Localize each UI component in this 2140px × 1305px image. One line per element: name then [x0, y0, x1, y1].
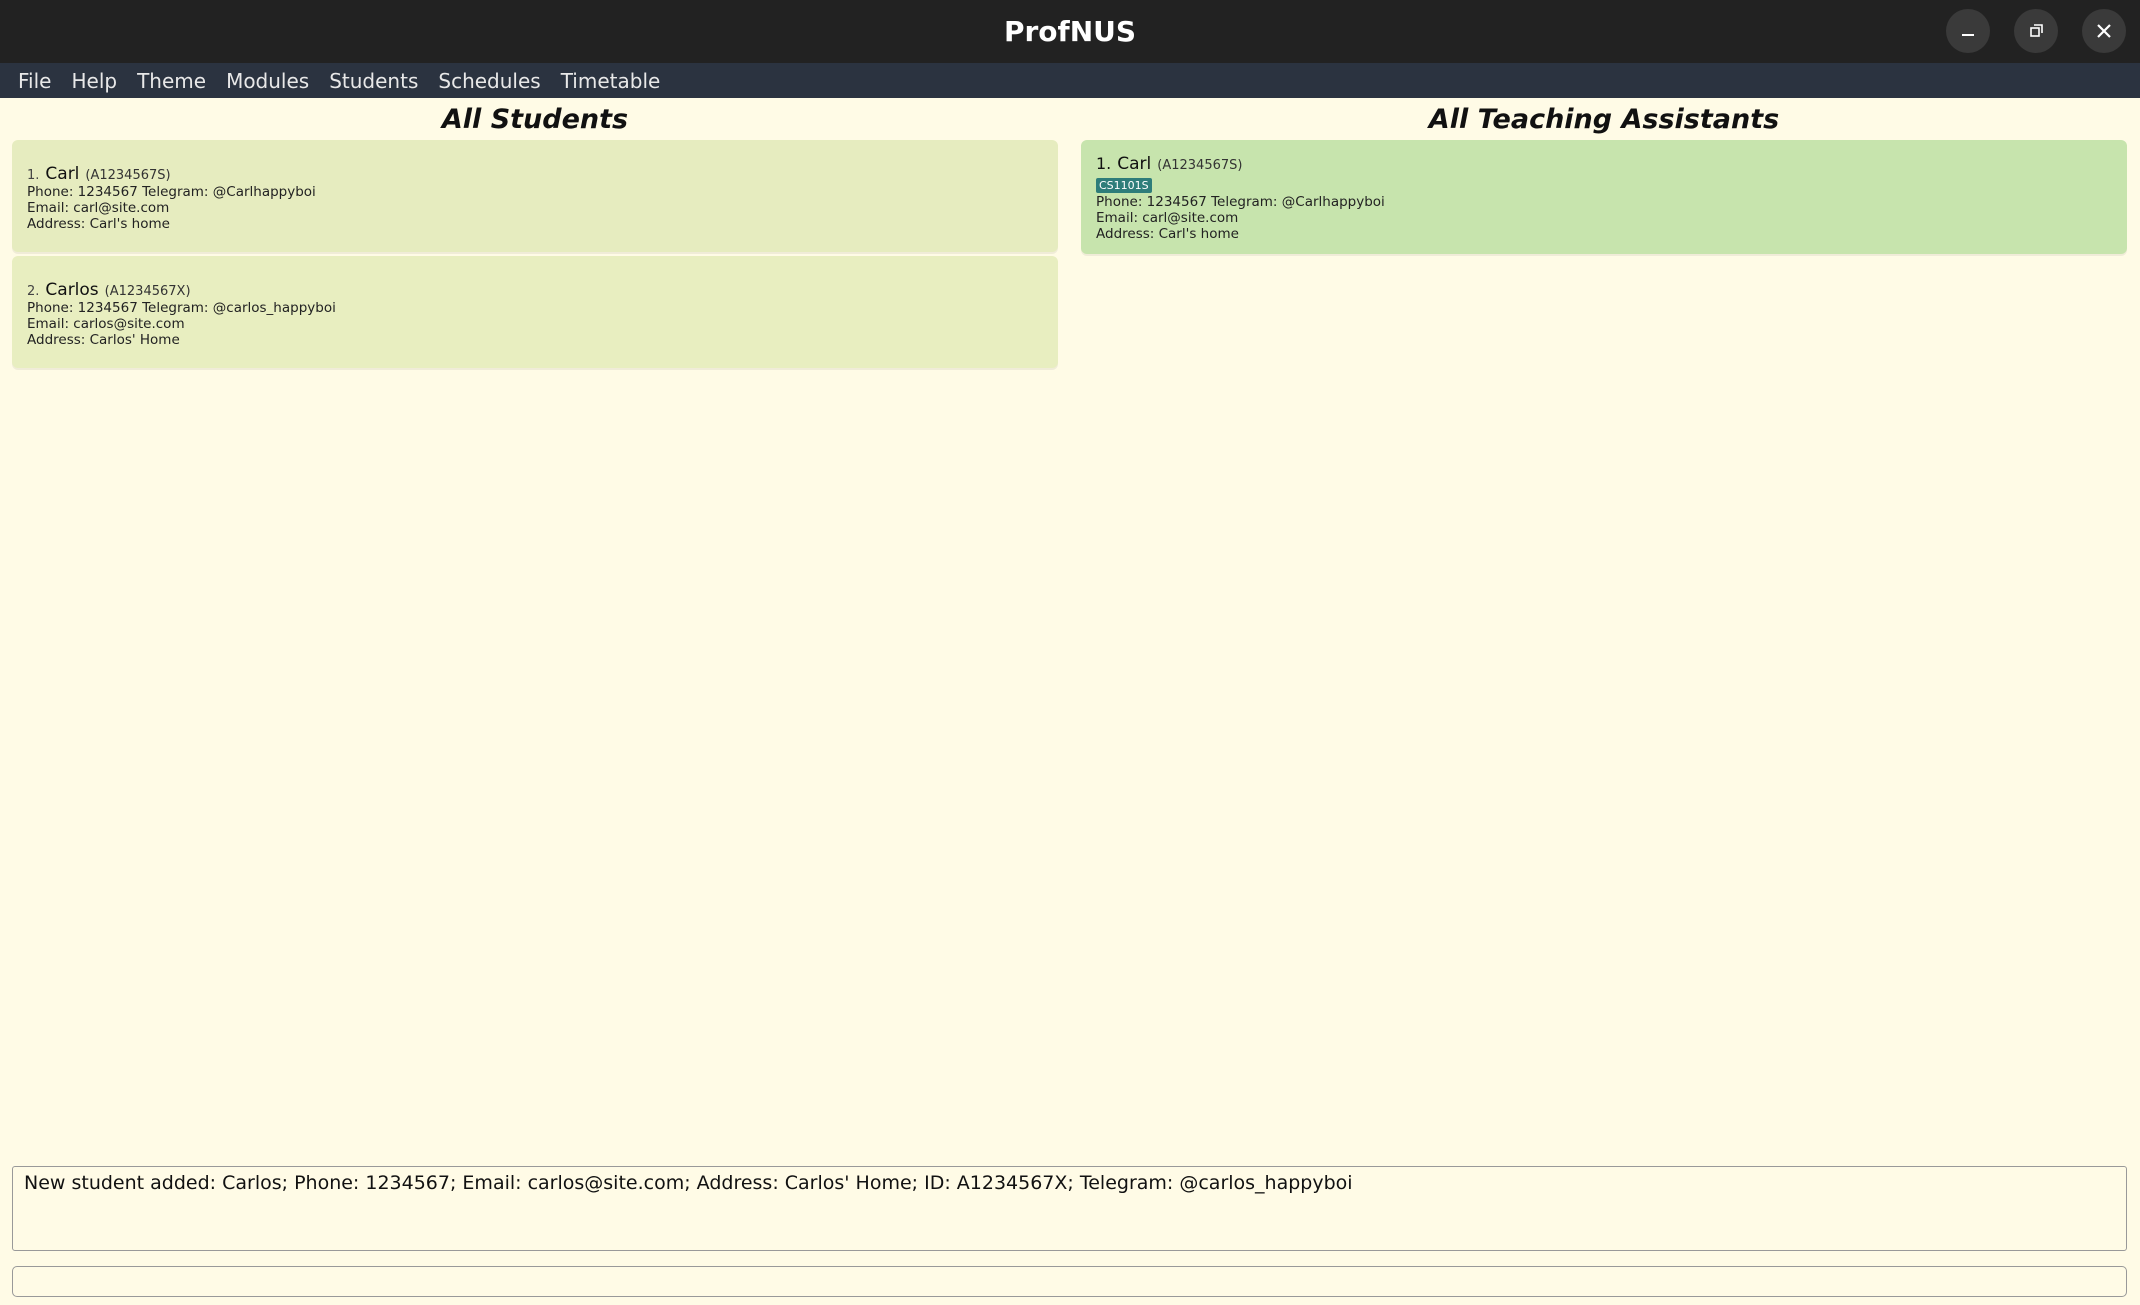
- student-card[interactable]: 2. Carlos (A1234567X) Phone: 1234567 Tel…: [12, 256, 1058, 368]
- student-phone-telegram: Phone: 1234567 Telegram: @Carlhappyboi: [27, 184, 316, 200]
- close-icon: [2097, 24, 2111, 38]
- ta-address: Address: Carl's home: [1096, 226, 1239, 242]
- student-name: Carlos: [45, 280, 99, 300]
- ta-card[interactable]: 1. Carl (A1234567S) CS1101S Phone: 12345…: [1081, 140, 2127, 254]
- menu-students[interactable]: Students: [319, 69, 428, 93]
- ta-email: Email: carl@site.com: [1096, 210, 1239, 226]
- student-name: Carl: [45, 164, 80, 184]
- student-index: 2.: [27, 284, 40, 299]
- student-id: (A1234567S): [85, 168, 171, 183]
- ta-id: (A1234567S): [1157, 158, 1243, 173]
- ta-panel-title: All Teaching Assistants: [1428, 104, 1780, 135]
- student-id: (A1234567X): [104, 284, 191, 299]
- student-email: Email: carlos@site.com: [27, 316, 185, 332]
- maximize-button[interactable]: [2014, 9, 2058, 53]
- module-tag: CS1101S: [1096, 178, 1152, 193]
- maximize-icon: [2030, 24, 2043, 37]
- student-header: 2. Carlos (A1234567X): [27, 280, 1043, 300]
- student-card[interactable]: 1. Carl (A1234567S) Phone: 1234567 Teleg…: [12, 140, 1058, 252]
- result-display: New student added: Carlos; Phone: 123456…: [12, 1166, 2127, 1251]
- menu-file[interactable]: File: [8, 69, 61, 93]
- command-input[interactable]: [12, 1266, 2127, 1297]
- menu-timetable[interactable]: Timetable: [551, 69, 671, 93]
- menu-theme[interactable]: Theme: [127, 69, 216, 93]
- students-panel-title: All Students: [441, 104, 629, 135]
- ta-name: Carl: [1117, 154, 1152, 174]
- student-address: Address: Carl's home: [27, 216, 170, 232]
- student-index: 1.: [27, 168, 40, 183]
- ta-header: 1. Carl (A1234567S): [1096, 154, 2112, 174]
- menu-bar: File Help Theme Modules Students Schedul…: [0, 63, 2140, 98]
- menu-schedules[interactable]: Schedules: [428, 69, 550, 93]
- ta-index: 1.: [1096, 154, 1112, 173]
- student-address: Address: Carlos' Home: [27, 332, 180, 348]
- student-header: 1. Carl (A1234567S): [27, 164, 1043, 184]
- window-title: ProfNUS: [1003, 15, 1137, 48]
- minimize-button[interactable]: [1946, 9, 1990, 53]
- menu-help[interactable]: Help: [61, 69, 127, 93]
- student-email: Email: carl@site.com: [27, 200, 170, 216]
- title-bar: ProfNUS: [0, 0, 2140, 63]
- menu-modules[interactable]: Modules: [216, 69, 319, 93]
- ta-phone-telegram: Phone: 1234567 Telegram: @Carlhappyboi: [1096, 194, 1385, 210]
- student-phone-telegram: Phone: 1234567 Telegram: @carlos_happybo…: [27, 300, 336, 316]
- minimize-icon: [1962, 34, 1974, 36]
- close-button[interactable]: [2082, 9, 2126, 53]
